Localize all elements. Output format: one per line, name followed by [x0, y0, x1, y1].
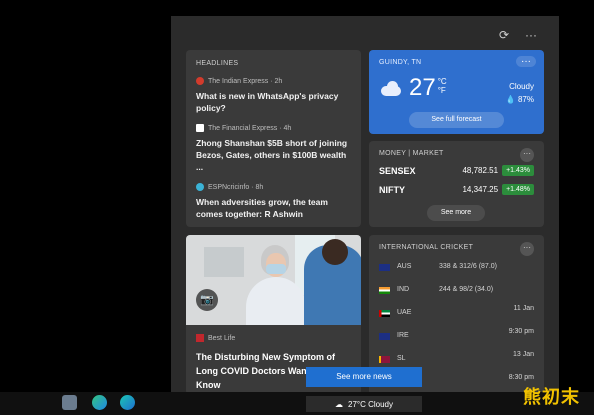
see-more-button[interactable]: See more	[427, 205, 485, 221]
money-more-icon[interactable]: ···	[520, 148, 534, 162]
see-more-news-button[interactable]: See more news	[306, 367, 422, 387]
weather-unit: °C °F	[438, 77, 447, 95]
humidity-icon: 💧	[505, 95, 516, 104]
publisher-logo-icon	[196, 124, 204, 132]
index-name: SENSEX	[379, 165, 416, 176]
news-source: The Financial Express · 4h	[208, 124, 292, 132]
match-date: 13 Jan	[512, 351, 534, 358]
image-shelf	[204, 247, 244, 277]
india-flag-icon	[379, 287, 390, 294]
money-header: MONEY | MARKET	[379, 150, 444, 157]
match-row[interactable]: IRE 9:30 pm	[379, 326, 534, 349]
weather-humidity: 87%	[517, 95, 534, 104]
team-score: 338 & 312/6 (87.0)	[439, 263, 497, 270]
edge-beta-icon[interactable]	[92, 395, 107, 410]
image-patient-mask	[266, 264, 286, 274]
camera-icon[interactable]: 📷	[196, 289, 218, 311]
team-name: SL	[397, 355, 406, 362]
cricket-more-icon[interactable]: ···	[520, 242, 534, 256]
news-title[interactable]: When adversities grow, the team comes to…	[196, 196, 351, 220]
see-full-forecast-button[interactable]: See full forecast	[409, 112, 504, 128]
market-row[interactable]: SENSEX 48,782.51 +1.43%	[379, 165, 534, 176]
unit-celsius[interactable]: °C	[438, 77, 447, 86]
weather-condition: Cloudy	[509, 82, 534, 91]
match-row[interactable]: AUS 338 & 312/6 (87.0)	[379, 257, 534, 280]
team-name: IND	[397, 286, 410, 293]
cloud-icon: ☁	[335, 399, 343, 409]
match-time: 8:30 pm	[508, 374, 534, 381]
uae-flag-icon	[379, 310, 390, 317]
news-item[interactable]: ESPNcricinfo · 8h When adversities grow,…	[196, 183, 351, 220]
sri-lanka-flag-icon	[379, 356, 390, 363]
ireland-flag-icon	[379, 333, 390, 340]
australia-flag-icon	[379, 264, 390, 271]
weather-more-icon[interactable]: ···	[516, 56, 536, 67]
headlines-header: HEADLINES	[196, 60, 239, 67]
edge-icon[interactable]	[120, 395, 135, 410]
taskbar-weather-text: 27°C Cloudy	[348, 399, 393, 409]
news-source: The Indian Express · 2h	[208, 77, 283, 85]
index-name: NIFTY	[379, 184, 405, 195]
money-card: MONEY | MARKET ··· SENSEX 48,782.51 +1.4…	[369, 141, 544, 227]
publisher-logo-icon	[196, 334, 204, 342]
index-value: 14,347.25	[462, 185, 499, 194]
team-name: AUS	[397, 263, 412, 270]
news-source: ESPNcricinfo · 8h	[208, 183, 264, 191]
news-title[interactable]: What is new in WhatsApp's privacy policy…	[196, 90, 351, 114]
news-item[interactable]: The Indian Express · 2h What is new in W…	[196, 77, 351, 114]
taskbar	[0, 392, 594, 415]
image-doctor-hair	[322, 239, 348, 265]
weather-location: GUINDY, TN	[379, 59, 422, 66]
taskbar-weather-button[interactable]: ☁ 27°C Cloudy	[306, 396, 422, 412]
team-name: UAE	[397, 309, 412, 316]
settings-app-icon[interactable]	[62, 395, 77, 410]
news-title[interactable]: Zhong Shanshan $5B short of joining Bezo…	[196, 137, 351, 173]
unit-fahrenheit[interactable]: °F	[438, 86, 446, 95]
match-row[interactable]: IND 244 & 98/2 (34.0)	[379, 280, 534, 303]
refresh-icon[interactable]: ⟳	[499, 28, 509, 42]
more-options-icon[interactable]: ···	[525, 28, 537, 42]
index-change: +1.48%	[502, 184, 534, 195]
market-row[interactable]: NIFTY 14,347.25 +1.48%	[379, 184, 534, 195]
headlines-card: HEADLINES The Indian Express · 2h What i…	[186, 50, 361, 227]
team-name: IRE	[397, 332, 409, 339]
cloud-icon	[379, 80, 403, 96]
index-change: +1.43%	[502, 165, 534, 176]
weather-temperature: 27	[409, 74, 436, 101]
match-date: 11 Jan	[513, 305, 535, 312]
publisher-logo-icon	[196, 183, 204, 191]
index-value: 48,782.51	[462, 166, 499, 175]
story-image[interactable]	[186, 235, 361, 325]
cricket-header: INTERNATIONAL CRICKET	[379, 244, 474, 251]
watermark: 熊初末	[523, 387, 580, 408]
story-source: Best Life	[208, 334, 236, 342]
weather-card[interactable]: GUINDY, TN ··· 27 °C °F Cloudy 💧 87% See…	[369, 50, 544, 134]
match-time: 9:30 pm	[508, 328, 534, 335]
team-score: 244 & 98/2 (34.0)	[439, 286, 494, 293]
match-row[interactable]: UAE 11 Jan	[379, 303, 534, 326]
news-item[interactable]: The Financial Express · 4h Zhong Shansha…	[196, 124, 351, 173]
publisher-logo-icon	[196, 77, 204, 85]
